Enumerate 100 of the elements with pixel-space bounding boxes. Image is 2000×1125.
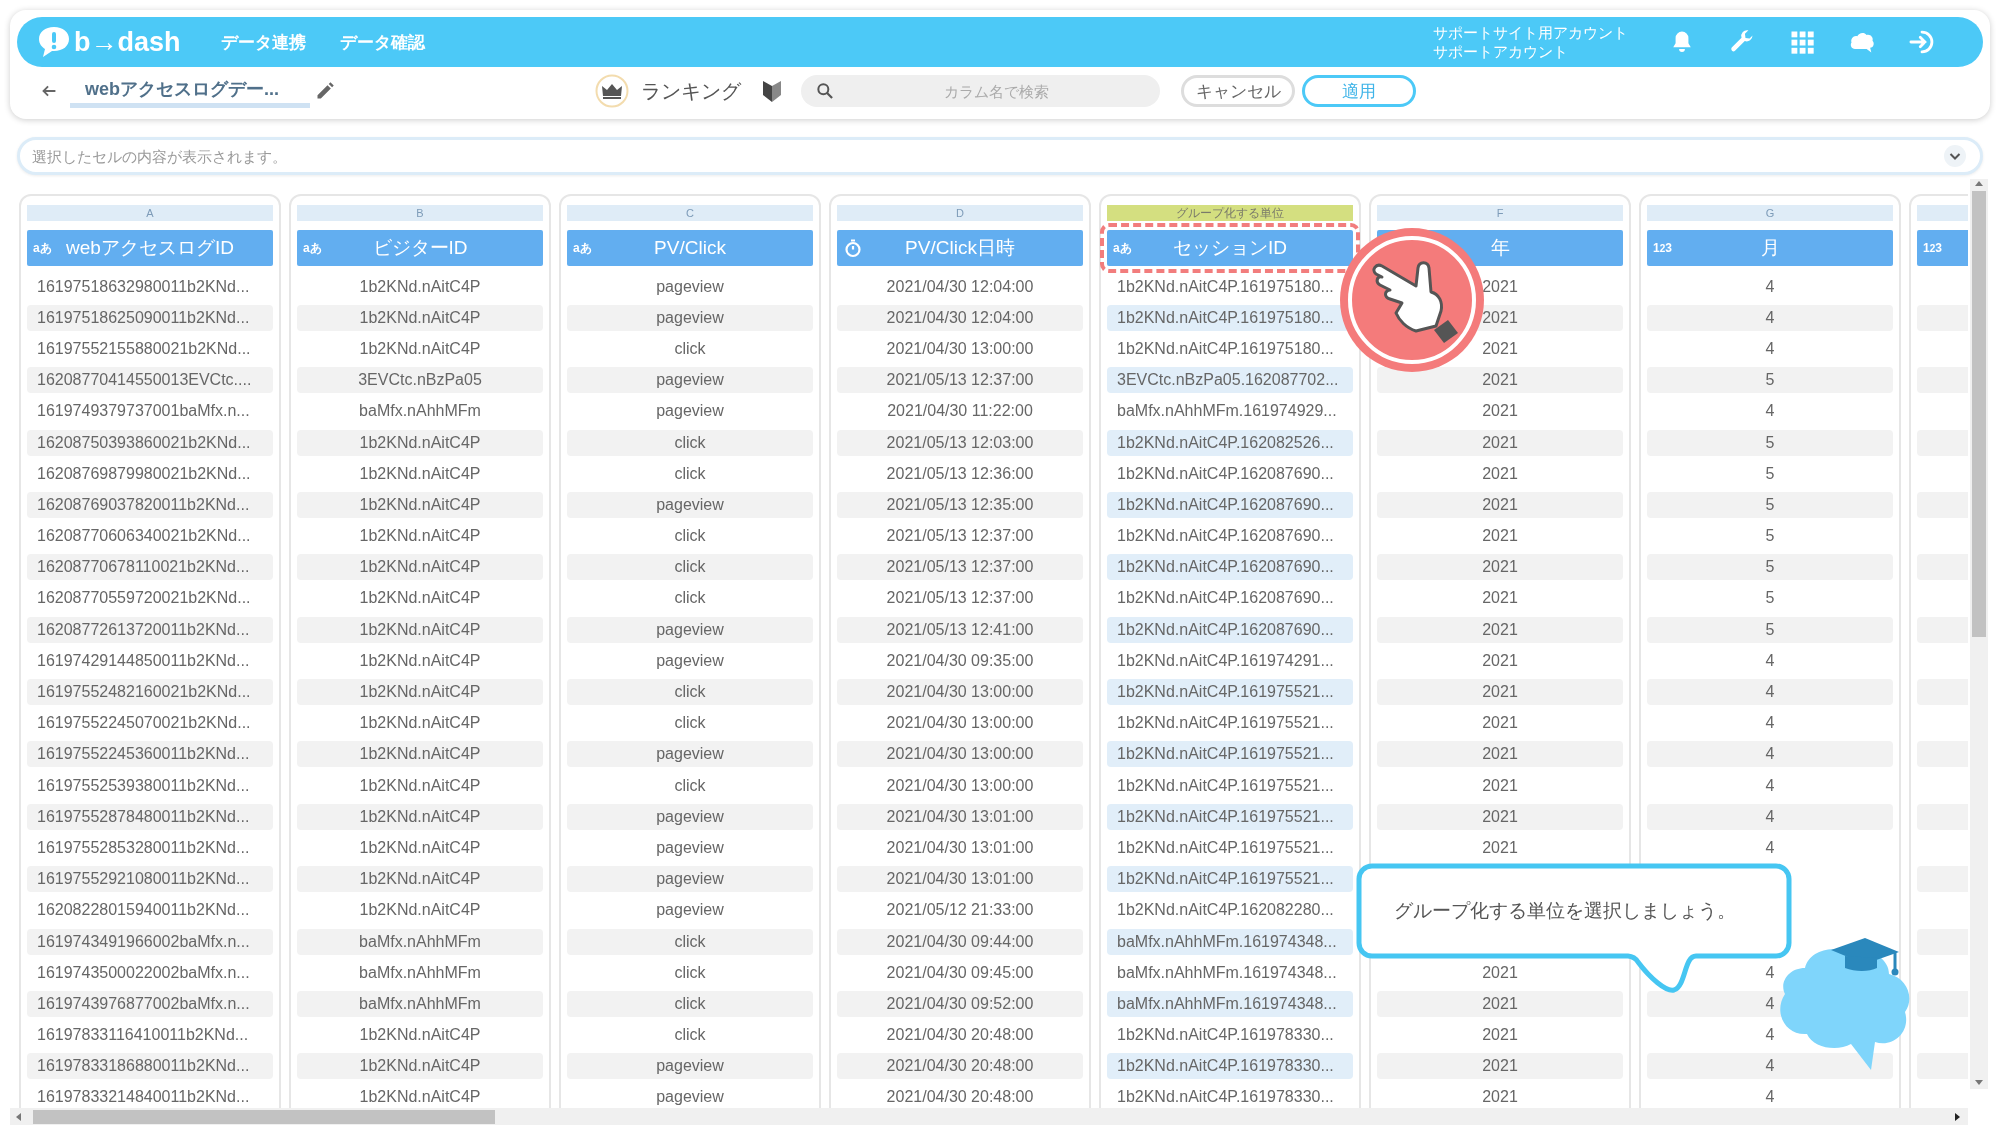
table-cell[interactable]: 2021 [1377, 647, 1623, 674]
table-cell[interactable]: click [567, 585, 813, 612]
table-cell[interactable]: 4 [1647, 772, 1893, 799]
table-cell[interactable]: 1b2KNd.nAitC4P [297, 647, 543, 674]
table-cell[interactable]: 3EVCtc.nBzPa05.162087702... [1107, 367, 1353, 394]
table-cell[interactable]: baMfx.nAhhMFm.161974348... [1107, 959, 1353, 986]
table-cell[interactable]: click [567, 679, 813, 706]
table-cell[interactable]: 3EVCtc.nBzPa05 [297, 367, 543, 394]
table-cell[interactable]: 4 [1647, 834, 1893, 861]
table-cell[interactable]: 2021/04/30 13:01:00 [837, 803, 1083, 830]
table-cell[interactable]: 2021/05/13 12:36:00 [837, 460, 1083, 487]
table-cell[interactable]: 5 [1647, 616, 1893, 643]
table-cell[interactable]: pageview [567, 273, 813, 300]
table-cell[interactable]: 1b2KNd.nAitC4P [297, 523, 543, 550]
table-cell[interactable]: 16197552921080011b2KNd... [27, 866, 273, 893]
table-cell[interactable]: 2021/04/30 09:52:00 [837, 990, 1083, 1017]
table-cell[interactable]: 2021/05/13 12:37:00 [837, 585, 1083, 612]
table-cell[interactable]: 2021 [1377, 741, 1623, 768]
table-cell[interactable]: 1b2KNd.nAitC4P.162087690... [1107, 523, 1353, 550]
table-cell[interactable]: 5 [1647, 429, 1893, 456]
table-cell[interactable]: 16208770414550013EVCtc.... [27, 367, 273, 394]
table-cell[interactable]: 1b2KNd.nAitC4P.161978330... [1107, 1053, 1353, 1080]
table-cell[interactable]: 2021/04/30 13:00:00 [837, 335, 1083, 362]
table-cell[interactable]: click [567, 928, 813, 955]
table-cell[interactable]: 16197518632980011b2KNd... [27, 273, 273, 300]
table-cell[interactable]: 1b2KNd.nAitC4P [297, 679, 543, 706]
table-cell[interactable]: 5 [1647, 585, 1893, 612]
table-cell[interactable]: 2021/04/30 13:00:00 [837, 710, 1083, 737]
table-cell[interactable]: 2021/04/30 09:35:00 [837, 647, 1083, 674]
table-cell[interactable]: 1b2KNd.nAitC4P.162087690... [1107, 585, 1353, 612]
table-cell[interactable]: 1b2KNd.nAitC4P.162087690... [1107, 554, 1353, 581]
table-cell[interactable]: 4 [1647, 647, 1893, 674]
table-cell[interactable]: 1b2KNd.nAitC4P.161975521... [1107, 803, 1353, 830]
table-cell[interactable]: 1b2KNd.nAitC4P.162087690... [1107, 616, 1353, 643]
table-cell[interactable]: 1b2KNd.nAitC4P [297, 1022, 543, 1049]
table-cell[interactable]: 5 [1647, 491, 1893, 518]
table-cell[interactable]: 2021 [1377, 959, 1623, 986]
table-cell[interactable]: 4 [1647, 679, 1893, 706]
table-cell[interactable]: 1b2KNd.nAitC4P [297, 304, 543, 331]
table-cell[interactable]: 1b2KNd.nAitC4P.161975521... [1107, 866, 1353, 893]
table-cell[interactable]: 16197833186880011b2KNd... [27, 1053, 273, 1080]
table-cell[interactable]: 1b2KNd.nAitC4P [297, 1084, 543, 1108]
table-cell[interactable]: 2021/04/30 11:22:00 [837, 398, 1083, 425]
table-cell[interactable]: 2021/04/30 09:44:00 [837, 928, 1083, 955]
table-cell[interactable]: 1619749379737001baMfx.n... [27, 398, 273, 425]
table-cell[interactable]: 1b2KNd.nAitC4P [297, 803, 543, 830]
table-cell[interactable]: 4 [1647, 273, 1893, 300]
table-cell[interactable]: 5 [1647, 523, 1893, 550]
table-cell[interactable]: pageview [567, 897, 813, 924]
table-cell[interactable]: 16197552482160021b2KNd... [27, 679, 273, 706]
table-cell[interactable]: 1b2KNd.nAitC4P [297, 866, 543, 893]
table-cell[interactable]: 4 [1647, 304, 1893, 331]
table-cell[interactable]: 2021 [1377, 803, 1623, 830]
table-cell[interactable]: 4 [1647, 803, 1893, 830]
table-cell[interactable]: 1b2KNd.nAitC4P.161975521... [1107, 772, 1353, 799]
table-cell[interactable]: 1b2KNd.nAitC4P.162082280... [1107, 897, 1353, 924]
search-field[interactable]: カラム名で検索 [801, 75, 1160, 107]
table-cell[interactable]: 16208770678110021b2KNd... [27, 554, 273, 581]
table-cell[interactable]: baMfx.nAhhMFm [297, 398, 543, 425]
table-cell[interactable]: 4 [1647, 1084, 1893, 1108]
table-cell[interactable]: click [567, 523, 813, 550]
table-cell[interactable]: pageview [567, 1084, 813, 1108]
table-cell[interactable]: pageview [567, 741, 813, 768]
table-cell[interactable]: 2021/04/30 20:48:00 [837, 1084, 1083, 1108]
table-cell[interactable]: 4 [1647, 335, 1893, 362]
table-cell[interactable]: 1b2KNd.nAitC4P [297, 741, 543, 768]
table-cell[interactable]: 5 [1647, 460, 1893, 487]
table-cell[interactable]: 16208750393860021b2KNd... [27, 429, 273, 456]
table-cell[interactable]: 2021 [1377, 990, 1623, 1017]
table-cell[interactable]: click [567, 710, 813, 737]
table-cell[interactable]: 16208770559720021b2KNd... [27, 585, 273, 612]
table-cell[interactable]: 1b2KNd.nAitC4P [297, 616, 543, 643]
table-cell[interactable]: click [567, 959, 813, 986]
table-cell[interactable]: 1b2KNd.nAitC4P.162087690... [1107, 460, 1353, 487]
table-cell[interactable]: 2021 [1377, 679, 1623, 706]
report-title[interactable]: webアクセスログデー... [70, 74, 310, 108]
table-cell[interactable]: 2021/04/30 09:45:00 [837, 959, 1083, 986]
table-cell[interactable]: 16197552245360011b2KNd... [27, 741, 273, 768]
table-cell[interactable]: 5 [1647, 367, 1893, 394]
table-cell[interactable]: click [567, 554, 813, 581]
table-cell[interactable]: 1b2KNd.nAitC4P.161974291... [1107, 647, 1353, 674]
table-cell[interactable]: 2021 [1377, 523, 1623, 550]
table-cell[interactable]: pageview [567, 834, 813, 861]
table-cell[interactable]: pageview [567, 367, 813, 394]
table-cell[interactable]: baMfx.nAhhMFm [297, 928, 543, 955]
table-cell[interactable]: 16197429144850011b2KNd... [27, 647, 273, 674]
table-cell[interactable]: 2021 [1377, 460, 1623, 487]
table-cell[interactable]: 1b2KNd.nAitC4P [297, 335, 543, 362]
table-cell[interactable]: 2021 [1377, 398, 1623, 425]
table-cell[interactable]: 2021 [1377, 367, 1623, 394]
cancel-button[interactable]: キャンセル [1181, 75, 1295, 107]
table-cell[interactable]: 2021/05/13 12:37:00 [837, 523, 1083, 550]
table-cell[interactable]: pageview [567, 803, 813, 830]
table-cell[interactable]: pageview [567, 866, 813, 893]
table-cell[interactable]: 1b2KNd.nAitC4P.162087690... [1107, 491, 1353, 518]
table-cell[interactable]: 16208770606340021b2KNd... [27, 523, 273, 550]
table-cell[interactable]: 1b2KNd.nAitC4P [297, 897, 543, 924]
table-cell[interactable]: 1b2KNd.nAitC4P.162082526... [1107, 429, 1353, 456]
table-cell[interactable]: 16197552245070021b2KNd... [27, 710, 273, 737]
table-cell[interactable]: baMfx.nAhhMFm [297, 959, 543, 986]
